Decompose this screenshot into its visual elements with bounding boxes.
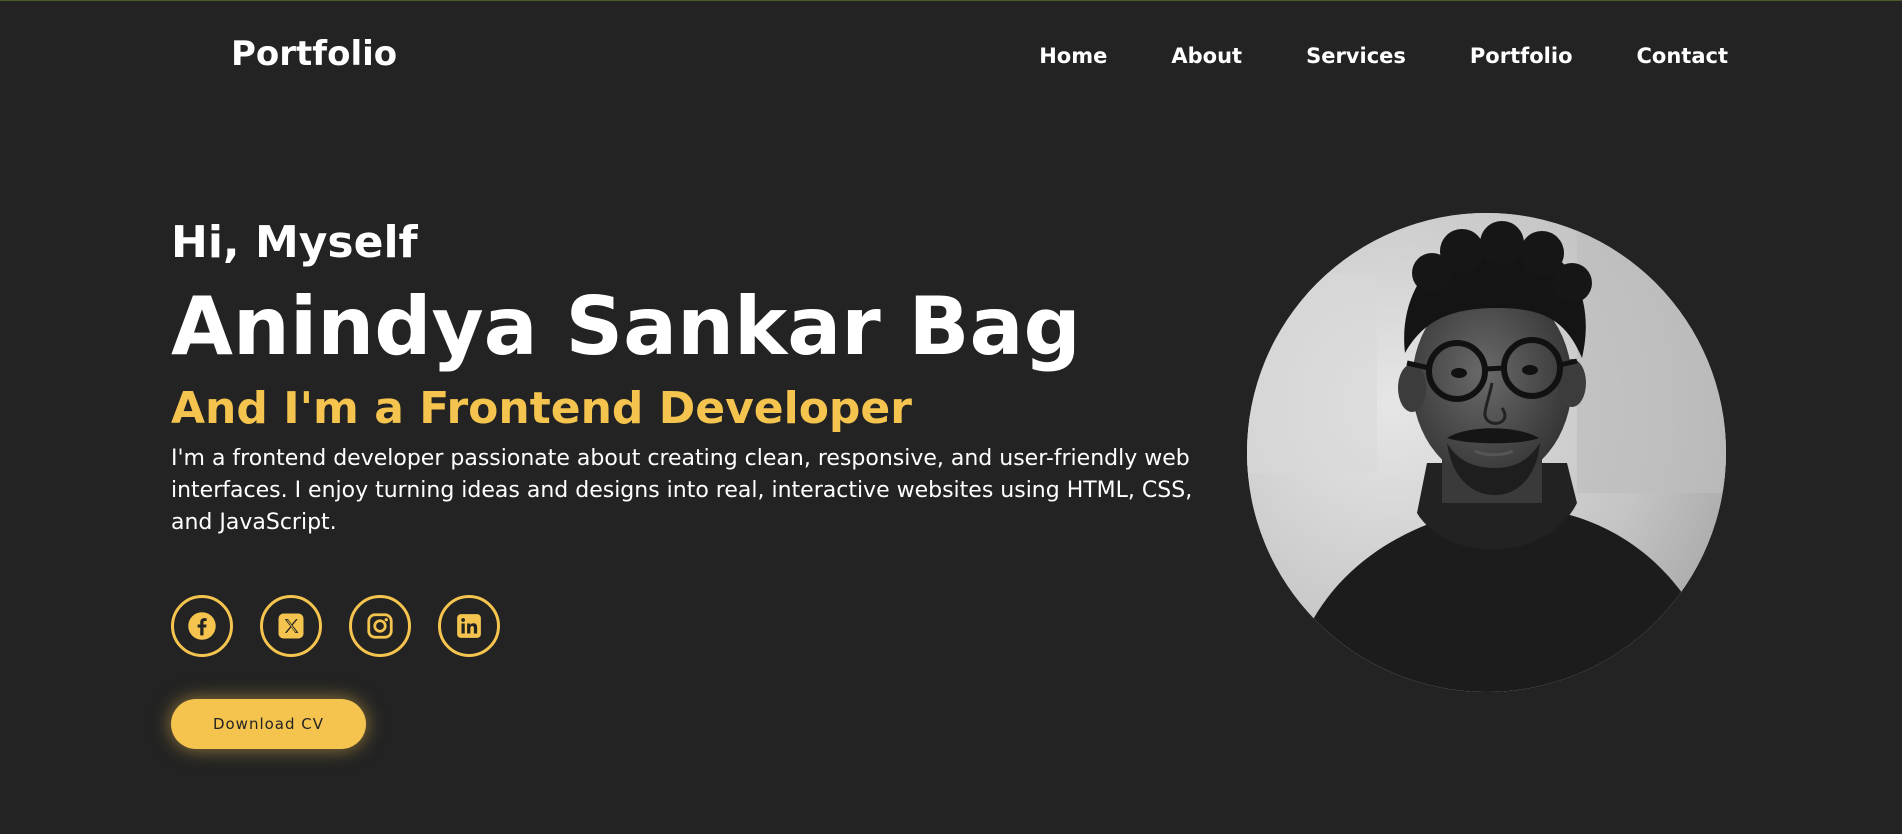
x-icon [278, 613, 304, 639]
nav-about[interactable]: About [1171, 44, 1242, 68]
instagram-link[interactable] [349, 595, 411, 657]
download-cv-button[interactable]: Download CV [171, 699, 366, 749]
hero-name: Anindya Sankar Bag [171, 280, 1081, 373]
nav-portfolio[interactable]: Portfolio [1470, 44, 1573, 68]
profile-photo [1247, 213, 1726, 692]
nav-contact[interactable]: Contact [1637, 44, 1729, 68]
main-nav: Home About Services Portfolio Contact [1039, 44, 1728, 68]
nav-services[interactable]: Services [1306, 44, 1406, 68]
site-logo[interactable]: Portfolio [231, 34, 397, 74]
instagram-icon [367, 613, 393, 639]
hero-bio: I'm a frontend developer passionate abou… [171, 446, 1193, 535]
hero-greeting: Hi, Myself [171, 217, 418, 268]
hero-role: And I'm a Frontend Developer [171, 383, 912, 434]
nav-home[interactable]: Home [1039, 44, 1107, 68]
site-header: Portfolio Home About Services Portfolio … [0, 0, 1902, 112]
hero-section: Hi, Myself Anindya Sankar Bag And I'm a … [171, 215, 1231, 539]
linkedin-icon [457, 614, 481, 638]
linkedin-link[interactable] [438, 595, 500, 657]
profile-photo-image [1247, 213, 1726, 692]
facebook-icon [188, 612, 216, 640]
x-link[interactable] [260, 595, 322, 657]
facebook-link[interactable] [171, 595, 233, 657]
social-links [171, 595, 500, 657]
